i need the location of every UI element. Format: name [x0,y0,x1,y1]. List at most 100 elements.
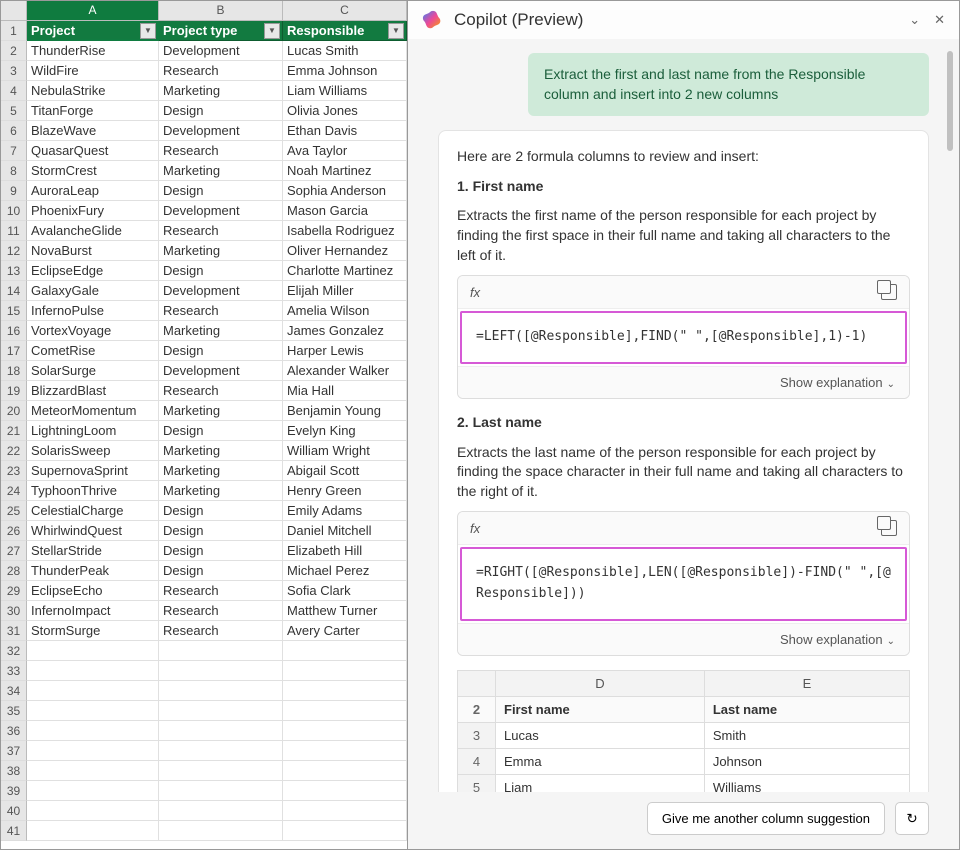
cell[interactable]: Research [159,221,283,241]
cell[interactable] [283,761,407,781]
cell[interactable]: TyphoonThrive [27,481,159,501]
cell[interactable]: Oliver Hernandez [283,241,407,261]
row-header[interactable]: 41 [1,821,27,841]
row-header[interactable]: 21 [1,421,27,441]
cell[interactable]: Sophia Anderson [283,181,407,201]
formula-2-content[interactable]: =RIGHT([@Responsible],LEN([@Responsible]… [460,547,907,621]
cell[interactable]: StormCrest [27,161,159,181]
row-header[interactable]: 11 [1,221,27,241]
row-header[interactable]: 18 [1,361,27,381]
cell[interactable]: Elizabeth Hill [283,541,407,561]
header-cell-project[interactable]: Project ▼ [27,21,159,41]
row-header[interactable]: 23 [1,461,27,481]
cell[interactable] [283,721,407,741]
formula-1-content[interactable]: =LEFT([@Responsible],FIND(" ",[@Responsi… [460,311,907,364]
cell[interactable]: Marketing [159,81,283,101]
cell[interactable]: Alexander Walker [283,361,407,381]
cell[interactable] [27,661,159,681]
cell[interactable]: BlazeWave [27,121,159,141]
cell[interactable]: Design [159,261,283,281]
cell[interactable]: Matthew Turner [283,601,407,621]
cell[interactable] [159,741,283,761]
cell[interactable]: Research [159,601,283,621]
cell[interactable] [27,781,159,801]
column-header-A[interactable]: A [27,1,159,20]
row-header[interactable]: 7 [1,141,27,161]
cell[interactable] [27,801,159,821]
cell[interactable]: Mia Hall [283,381,407,401]
cell[interactable]: StormSurge [27,621,159,641]
cell[interactable]: Development [159,121,283,141]
cell[interactable]: NovaBurst [27,241,159,261]
cell[interactable]: Research [159,581,283,601]
cell[interactable]: Research [159,621,283,641]
cell[interactable]: Development [159,201,283,221]
grid-body[interactable]: 1 Project ▼ Project type ▼ Responsible ▼… [1,21,407,849]
row-header[interactable]: 37 [1,741,27,761]
cell[interactable]: SolarSurge [27,361,159,381]
cell[interactable]: AvalancheGlide [27,221,159,241]
cell[interactable] [283,741,407,761]
row-header[interactable]: 28 [1,561,27,581]
cell[interactable]: CometRise [27,341,159,361]
cell[interactable]: Marketing [159,161,283,181]
row-header[interactable]: 27 [1,541,27,561]
copy-icon[interactable] [881,284,897,300]
cell[interactable]: Michael Perez [283,561,407,581]
cell[interactable]: Ethan Davis [283,121,407,141]
row-header[interactable]: 10 [1,201,27,221]
cell[interactable]: Research [159,61,283,81]
cell[interactable]: NebulaStrike [27,81,159,101]
row-header[interactable]: 20 [1,401,27,421]
cell[interactable]: PhoenixFury [27,201,159,221]
cell[interactable]: InfernoPulse [27,301,159,321]
cell[interactable] [159,821,283,841]
row-header[interactable]: 22 [1,441,27,461]
cell[interactable]: Olivia Jones [283,101,407,121]
cell[interactable]: InfernoImpact [27,601,159,621]
column-header-B[interactable]: B [159,1,283,20]
column-header-C[interactable]: C [283,1,407,20]
cell[interactable] [159,781,283,801]
row-header[interactable]: 12 [1,241,27,261]
cell[interactable]: Marketing [159,241,283,261]
cell[interactable]: Research [159,381,283,401]
cell[interactable]: VortexVoyage [27,321,159,341]
cell[interactable] [159,801,283,821]
cell[interactable]: MeteorMomentum [27,401,159,421]
cell[interactable]: William Wright [283,441,407,461]
row-header[interactable]: 29 [1,581,27,601]
cell[interactable]: Development [159,281,283,301]
cell[interactable]: Design [159,521,283,541]
row-header[interactable]: 16 [1,321,27,341]
copilot-chat-body[interactable]: Extract the first and last name from the… [408,39,959,792]
cell[interactable]: QuasarQuest [27,141,159,161]
show-explanation-2[interactable]: Show explanation⌄ [458,623,909,655]
minimize-icon[interactable]: ⌄ [909,12,920,28]
cell[interactable]: StellarStride [27,541,159,561]
cell[interactable]: LightningLoom [27,421,159,441]
cell[interactable]: Design [159,561,283,581]
cell[interactable] [27,821,159,841]
cell[interactable]: Design [159,181,283,201]
cell[interactable] [283,781,407,801]
filter-dropdown-icon[interactable]: ▼ [140,23,156,39]
cell[interactable] [283,661,407,681]
row-header[interactable]: 38 [1,761,27,781]
cell[interactable] [159,661,283,681]
cell[interactable] [27,741,159,761]
row-header[interactable]: 30 [1,601,27,621]
cell[interactable] [283,821,407,841]
row-header[interactable]: 4 [1,81,27,101]
row-header[interactable]: 24 [1,481,27,501]
header-cell-project-type[interactable]: Project type ▼ [159,21,283,41]
cell[interactable]: AuroraLeap [27,181,159,201]
cell[interactable]: Marketing [159,461,283,481]
row-header[interactable]: 15 [1,301,27,321]
cell[interactable] [283,701,407,721]
row-header[interactable]: 9 [1,181,27,201]
row-header[interactable]: 6 [1,121,27,141]
cell[interactable]: Ava Taylor [283,141,407,161]
copy-icon[interactable] [881,520,897,536]
cell[interactable]: Avery Carter [283,621,407,641]
